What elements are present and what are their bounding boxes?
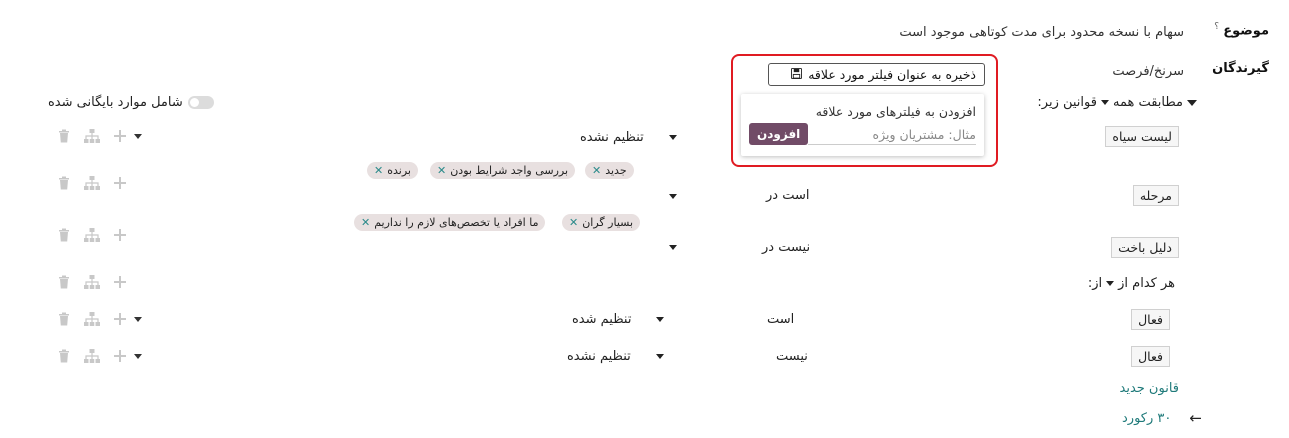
collapse-caret-icon[interactable]	[1187, 99, 1197, 106]
match-all-select[interactable]: مطابقت همه	[1113, 95, 1183, 110]
rule-field-stage[interactable]: مرحله	[1132, 185, 1179, 206]
subrule-actions	[56, 311, 142, 327]
subject-label-text: موضوع	[1223, 23, 1269, 39]
subrule-operator-select[interactable]: است	[767, 312, 794, 327]
tag-dropdown-icon[interactable]	[669, 245, 677, 250]
subrule-value-select[interactable]: تنظیم شده	[572, 312, 631, 327]
any-of-suffix: از:	[1087, 276, 1103, 291]
trash-icon[interactable]	[56, 274, 72, 290]
tag-no-expertise: ما افراد یا تخصص‌های لازم را نداریم ✕	[354, 214, 546, 231]
trash-icon[interactable]	[56, 227, 72, 243]
any-of-select[interactable]: هر کدام از	[1118, 276, 1175, 291]
hierarchy-icon[interactable]	[84, 274, 100, 290]
rule-actions	[56, 128, 142, 144]
subrule-actions	[56, 348, 142, 364]
tag-label: بررسی واجد شرایط بودن	[450, 164, 569, 177]
match-all-suffix: قوانین زیر:	[1037, 95, 1097, 110]
rule-operator-select[interactable]: نیست در	[762, 240, 810, 255]
tag-qualification: بررسی واجد شرایط بودن ✕	[430, 162, 576, 179]
subject-label: موضوع ؟	[1214, 22, 1269, 38]
more-caret-icon[interactable]	[134, 133, 142, 139]
remove-tag-icon[interactable]: ✕	[361, 216, 370, 229]
hierarchy-icon[interactable]	[84, 227, 100, 243]
hierarchy-icon[interactable]	[84, 348, 100, 364]
trash-icon[interactable]	[56, 348, 72, 364]
tag-dropdown-icon[interactable]	[669, 194, 677, 199]
match-all-row: مطابقت همه قوانین زیر:	[1037, 95, 1197, 110]
plus-icon[interactable]	[112, 128, 128, 144]
rule-actions	[56, 227, 128, 243]
include-archived-label: شامل موارد بایگانی شده	[48, 95, 183, 110]
rule-actions	[56, 175, 128, 191]
more-caret-icon[interactable]	[134, 353, 142, 359]
help-icon[interactable]: ؟	[1214, 22, 1219, 32]
plus-icon[interactable]	[112, 175, 128, 191]
recipients-value[interactable]: سرنخ/فرصت	[1112, 64, 1184, 79]
highlight-box	[731, 54, 998, 167]
trash-icon[interactable]	[56, 311, 72, 327]
subrule-value-select[interactable]: تنظیم نشده	[567, 349, 631, 364]
tag-label: ما افراد یا تخصص‌های لازم را نداریم	[374, 216, 539, 229]
tag-won: برنده ✕	[367, 162, 418, 179]
plus-icon[interactable]	[112, 227, 128, 243]
hierarchy-icon[interactable]	[84, 128, 100, 144]
rule-operator-select[interactable]: است در	[766, 188, 809, 203]
rule-value-caret-icon[interactable]	[669, 135, 677, 140]
rule-value-select[interactable]: تنظیم نشده	[580, 130, 644, 145]
plus-icon[interactable]	[112, 274, 128, 290]
rule-field-blacklist[interactable]: لیست سیاه	[1105, 126, 1179, 147]
new-rule-link[interactable]: قانون جدید	[1120, 381, 1180, 396]
records-count: ۳۰ رکورد	[1122, 410, 1172, 426]
any-of-row: هر کدام از از:	[1088, 276, 1175, 291]
toggle-switch[interactable]	[187, 96, 214, 109]
group-actions	[56, 274, 128, 290]
remove-tag-icon[interactable]: ✕	[374, 164, 383, 177]
match-all-dropdown-icon[interactable]	[1100, 100, 1109, 105]
subrule-field-active[interactable]: فعال	[1131, 346, 1170, 367]
remove-tag-icon[interactable]: ✕	[437, 164, 446, 177]
any-of-dropdown-icon[interactable]	[1106, 281, 1115, 286]
remove-tag-icon[interactable]: ✕	[592, 164, 601, 177]
trash-icon[interactable]	[56, 175, 72, 191]
recipients-label: گیرندگان	[1212, 61, 1269, 76]
subrule-operator-select[interactable]: نیست	[776, 349, 808, 364]
include-archived-toggle[interactable]: شامل موارد بایگانی شده	[48, 95, 214, 110]
arrow-left-icon: ←	[1189, 409, 1202, 427]
tag-new: جدید ✕	[585, 162, 634, 179]
subrule-value-caret-icon[interactable]	[656, 354, 664, 359]
records-link[interactable]: ۳۰ رکورد ←	[1122, 409, 1202, 427]
remove-tag-icon[interactable]: ✕	[569, 216, 578, 229]
plus-icon[interactable]	[112, 348, 128, 364]
subrule-field-active[interactable]: فعال	[1131, 309, 1170, 330]
subject-value[interactable]: سهام با نسخه محدود برای مدت کوتاهی موجود…	[899, 25, 1184, 40]
tag-label: بسیار گران	[582, 216, 634, 229]
subrule-value-caret-icon[interactable]	[656, 317, 664, 322]
hierarchy-icon[interactable]	[84, 311, 100, 327]
plus-icon[interactable]	[112, 311, 128, 327]
more-caret-icon[interactable]	[134, 316, 142, 322]
tag-too-expensive: بسیار گران ✕	[562, 214, 641, 231]
tag-label: جدید	[605, 164, 627, 177]
hierarchy-icon[interactable]	[84, 175, 100, 191]
trash-icon[interactable]	[56, 128, 72, 144]
rule-field-lost-reason[interactable]: دلیل باخت	[1111, 237, 1179, 258]
tag-label: برنده	[387, 164, 411, 177]
